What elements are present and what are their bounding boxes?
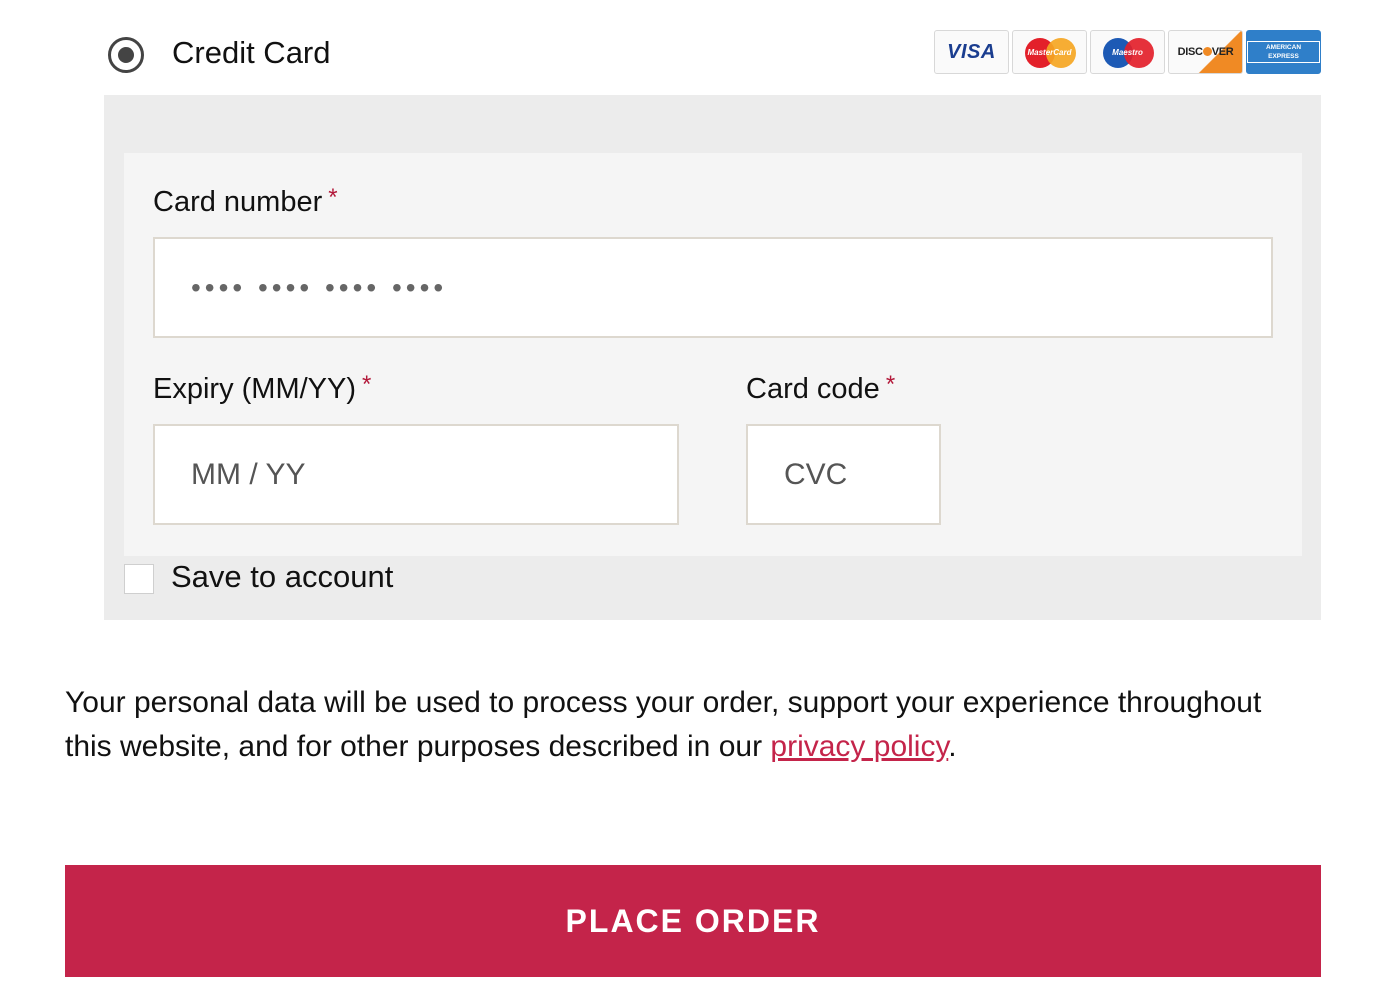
save-to-account-label[interactable]: Save to account	[171, 559, 393, 595]
card-code-input[interactable]: CVC	[746, 424, 941, 525]
maestro-logo-icon: Maestro	[1090, 30, 1165, 74]
place-order-button[interactable]: PLACE ORDER	[65, 865, 1321, 977]
visa-logo-icon: VISA	[934, 30, 1009, 74]
discover-logo-icon: DISC VER	[1168, 30, 1243, 74]
expiry-label: Expiry (MM/YY) *	[153, 371, 372, 405]
credit-card-label[interactable]: Credit Card	[172, 35, 331, 71]
card-code-label: Card code *	[746, 371, 896, 405]
card-fields-box: Card number * •••• •••• •••• •••• Expiry …	[124, 153, 1302, 556]
payment-method-credit-card[interactable]: Credit Card VISA MasterCard Maestro DISC…	[105, 30, 1321, 78]
accepted-cards: VISA MasterCard Maestro DISC VER AMERICAN…	[934, 30, 1321, 76]
required-marker: *	[328, 184, 338, 211]
credit-card-form-panel: Card number * •••• •••• •••• •••• Expiry …	[104, 95, 1321, 620]
required-marker: *	[362, 371, 372, 398]
required-marker: *	[885, 371, 896, 398]
mastercard-logo-icon: MasterCard	[1012, 30, 1087, 74]
credit-card-radio[interactable]	[108, 37, 144, 73]
expiry-input[interactable]: MM / YY	[153, 424, 679, 525]
card-number-input[interactable]: •••• •••• •••• ••••	[153, 237, 1273, 338]
save-to-account-checkbox[interactable]	[124, 564, 154, 594]
privacy-notice: Your personal data will be used to proce…	[65, 686, 1262, 763]
privacy-policy-link[interactable]: privacy policy	[770, 730, 948, 763]
radio-selected-dot	[118, 47, 134, 63]
card-number-label: Card number *	[153, 184, 338, 218]
amex-logo-icon: AMERICAN EXPRESS	[1246, 30, 1321, 74]
